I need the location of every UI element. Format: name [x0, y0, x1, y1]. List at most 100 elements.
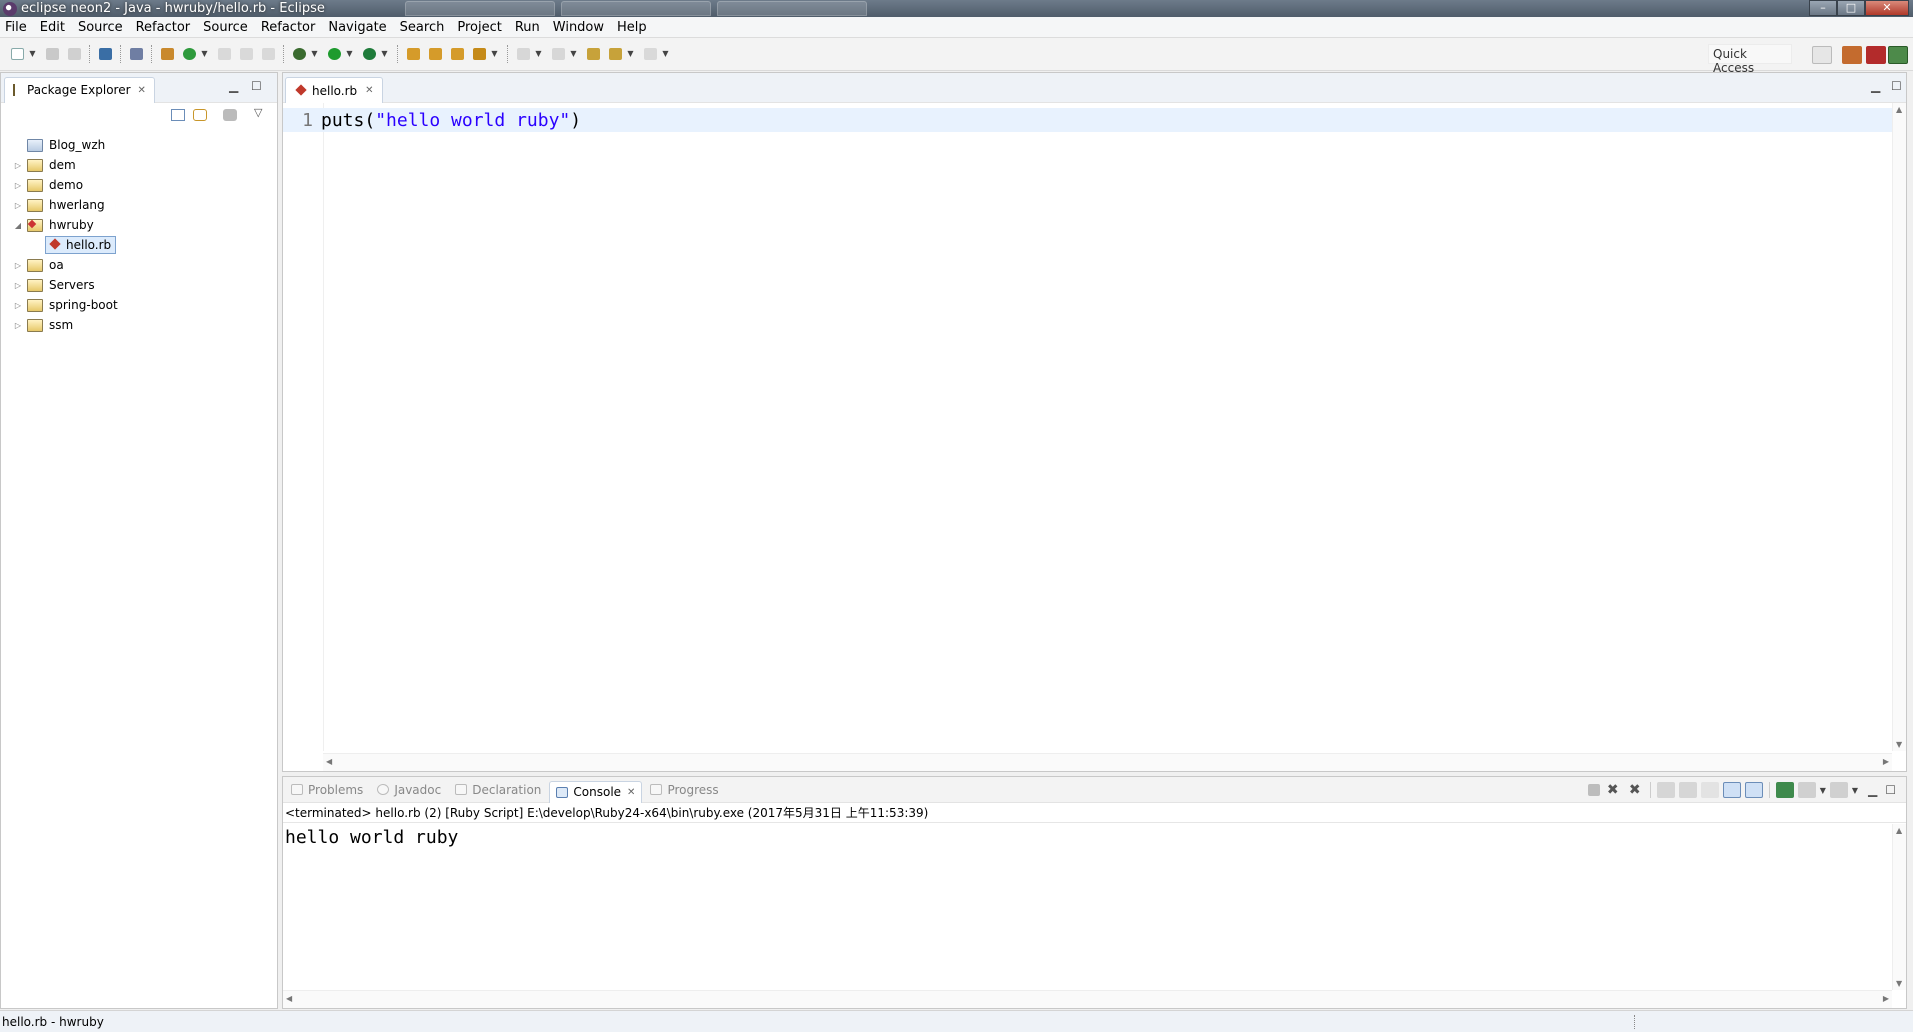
selected-file[interactable]: hello.rb	[45, 236, 117, 254]
search-icon[interactable]	[470, 45, 488, 63]
debug-dropdown-icon[interactable]: ▼	[310, 45, 319, 63]
menu-window[interactable]: Window	[547, 20, 611, 35]
expand-arrow-icon[interactable]: ▷	[13, 281, 23, 290]
show-on-stdout-icon[interactable]	[1722, 782, 1741, 798]
tree-item-spring-boot[interactable]: ▷ spring-boot	[1, 295, 277, 315]
menu-refactor-2[interactable]: Refactor	[255, 20, 323, 35]
debug-icon[interactable]	[290, 45, 308, 63]
toggle-block-selection-icon[interactable]	[237, 45, 255, 63]
next-annotation-dropdown-icon[interactable]: ▼	[534, 45, 543, 63]
tree-item-hello-rb[interactable]: hello.rb	[1, 235, 277, 255]
skip-breakpoints-icon[interactable]	[127, 45, 145, 63]
new-java-package-icon[interactable]	[158, 45, 176, 63]
prev-annotation-dropdown-icon[interactable]: ▼	[569, 45, 578, 63]
search-dropdown-icon[interactable]: ▼	[490, 45, 499, 63]
tree-item-blog-wzh[interactable]: Blog_wzh	[1, 135, 277, 155]
last-edit-location-icon[interactable]	[584, 45, 602, 63]
tree-item-dem[interactable]: ▷ dem	[1, 155, 277, 175]
expand-arrow-icon[interactable]: ▷	[13, 301, 23, 310]
java-perspective-icon[interactable]	[1888, 46, 1908, 64]
expand-arrow-icon[interactable]: ▷	[13, 161, 23, 170]
external-tools-icon[interactable]	[360, 45, 378, 63]
close-tab-icon[interactable]: ✕	[138, 85, 146, 96]
external-tools-dropdown-icon[interactable]: ▼	[380, 45, 389, 63]
remove-launch-icon[interactable]: ✖	[1604, 782, 1622, 798]
maximize-view-icon[interactable]: ☐	[1891, 79, 1902, 93]
clear-console-icon[interactable]	[1656, 782, 1675, 798]
menu-source-2[interactable]: Source	[197, 20, 255, 35]
show-on-stderr-icon[interactable]	[1744, 782, 1763, 798]
close-tab-icon[interactable]: ✕	[627, 787, 635, 798]
open-console-icon[interactable]	[1829, 782, 1848, 798]
maximize-window-button[interactable]: □	[1837, 0, 1865, 16]
menu-refactor[interactable]: Refactor	[130, 20, 198, 35]
minimize-view-icon[interactable]: ▁	[1871, 79, 1880, 93]
console-vertical-scrollbar[interactable]: ▲ ▼	[1892, 824, 1906, 990]
menu-file[interactable]: File	[0, 20, 34, 35]
open-perspective-icon[interactable]	[1812, 46, 1832, 64]
menu-run[interactable]: Run	[509, 20, 547, 35]
scroll-down-icon[interactable]: ▼	[1896, 740, 1902, 749]
open-resource-icon[interactable]	[448, 45, 466, 63]
tree-item-hwruby[interactable]: ◢ hwruby	[1, 215, 277, 235]
open-console-icon[interactable]	[96, 45, 114, 63]
save-all-icon[interactable]	[65, 45, 83, 63]
run-dropdown-icon[interactable]: ▼	[345, 45, 354, 63]
scroll-up-icon[interactable]: ▲	[1896, 105, 1902, 114]
expand-arrow-icon[interactable]: ▷	[13, 321, 23, 330]
new-icon[interactable]	[8, 45, 26, 63]
menu-project[interactable]: Project	[451, 20, 508, 35]
tree-item-oa[interactable]: ▷ oa	[1, 255, 277, 275]
focus-on-active-task-icon[interactable]	[223, 109, 237, 121]
code-text[interactable]: puts("hello world ruby")	[321, 110, 581, 131]
tab-console[interactable]: Console ✕	[549, 780, 643, 803]
code-line[interactable]: 1 puts("hello world ruby")	[283, 108, 1892, 132]
new-java-class-icon[interactable]	[180, 45, 198, 63]
link-with-editor-icon[interactable]	[193, 109, 207, 121]
tree-item-demo[interactable]: ▷ demo	[1, 175, 277, 195]
tab-javadoc[interactable]: Javadoc	[371, 779, 447, 801]
toggle-mark-occurrences-icon[interactable]	[215, 45, 233, 63]
scroll-left-icon[interactable]: ◀	[286, 994, 292, 1003]
expand-arrow-icon[interactable]: ▷	[13, 261, 23, 270]
minimize-view-icon[interactable]: ▁	[1868, 783, 1877, 797]
debug-perspective-icon[interactable]	[1866, 46, 1886, 64]
pin-console-icon[interactable]	[1775, 782, 1794, 798]
package-explorer-tab[interactable]: Package Explorer ✕	[4, 76, 155, 103]
scroll-left-icon[interactable]: ◀	[326, 757, 332, 766]
editor-tab-hello-rb[interactable]: hello.rb ✕	[285, 77, 383, 103]
tree-item-servers[interactable]: ▷ Servers	[1, 275, 277, 295]
next-annotation-icon[interactable]	[514, 45, 532, 63]
collapse-all-icon[interactable]	[171, 109, 185, 121]
minimize-window-button[interactable]: –	[1809, 0, 1837, 16]
back-dropdown-icon[interactable]: ▼	[626, 45, 635, 63]
run-icon[interactable]	[325, 45, 343, 63]
scroll-up-icon[interactable]: ▲	[1896, 826, 1902, 835]
quick-access-field[interactable]: Quick Access	[1708, 44, 1792, 75]
expand-arrow-icon[interactable]: ▷	[13, 181, 23, 190]
new-class-dropdown-icon[interactable]: ▼	[200, 45, 209, 63]
scroll-lock-icon[interactable]	[1678, 782, 1697, 798]
save-icon[interactable]	[43, 45, 61, 63]
console-output[interactable]: hello world ruby	[283, 823, 1906, 852]
back-icon[interactable]	[606, 45, 624, 63]
minimize-view-icon[interactable]: ▁	[229, 79, 238, 93]
expand-arrow-icon[interactable]: ▷	[13, 201, 23, 210]
console-horizontal-scrollbar[interactable]: ◀ ▶	[283, 990, 1892, 1008]
open-task-icon[interactable]	[426, 45, 444, 63]
scroll-right-icon[interactable]: ▶	[1883, 757, 1889, 766]
code-editor[interactable]: 1 puts("hello world ruby") ▲ ▼	[283, 103, 1906, 751]
collapse-arrow-icon[interactable]: ◢	[13, 221, 23, 230]
open-console-dropdown-icon[interactable]: ▼	[1852, 786, 1858, 795]
open-type-icon[interactable]	[404, 45, 422, 63]
forward-dropdown-icon[interactable]: ▼	[661, 45, 670, 63]
display-console-dropdown-icon[interactable]: ▼	[1820, 786, 1826, 795]
menu-help[interactable]: Help	[611, 20, 654, 35]
tab-declaration[interactable]: Declaration	[449, 779, 547, 801]
close-tab-icon[interactable]: ✕	[365, 85, 373, 96]
maximize-view-icon[interactable]: ☐	[1885, 783, 1896, 797]
scroll-down-icon[interactable]: ▼	[1896, 979, 1902, 988]
new-dropdown-icon[interactable]: ▼	[28, 45, 37, 63]
editor-horizontal-scrollbar[interactable]: ◀ ▶	[323, 753, 1892, 771]
tab-progress[interactable]: Progress	[644, 779, 724, 801]
